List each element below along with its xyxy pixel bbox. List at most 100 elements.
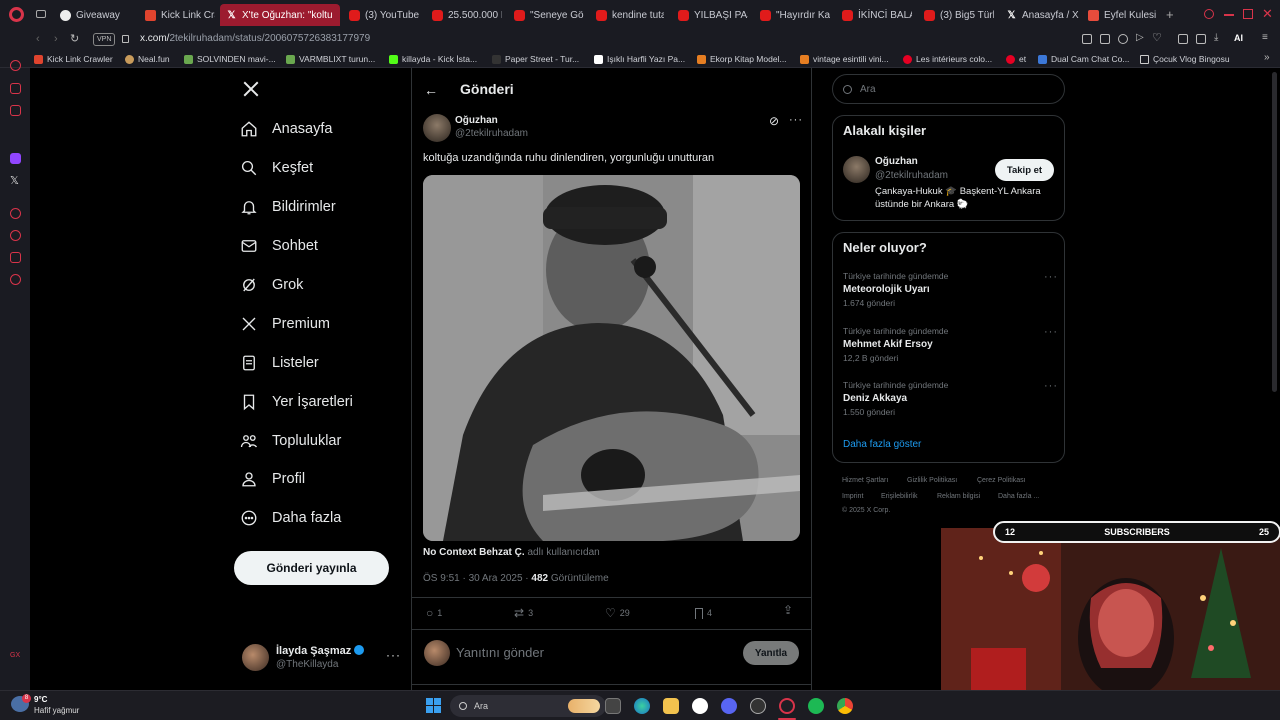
reload-icon[interactable]: ↻	[70, 32, 79, 45]
tab-giveaway[interactable]: Giveaway	[58, 4, 138, 26]
more-icon[interactable]: ···	[386, 648, 401, 662]
bookmark-item[interactable]: SOLVINDEN mavi-...	[184, 52, 276, 66]
trend-item[interactable]: Türkiye tarihinde gündemde Deniz Akkaya …	[843, 380, 1058, 422]
post-video[interactable]	[423, 175, 800, 541]
file-explorer-icon[interactable]	[663, 698, 679, 714]
share-icon[interactable]: ⇪	[783, 603, 793, 617]
back-icon[interactable]: ‹	[36, 33, 40, 45]
close-window-icon[interactable]: ✕	[1262, 6, 1273, 22]
aria-ai-button[interactable]: AI	[1234, 33, 1243, 43]
play-icon[interactable]: ▷	[1136, 32, 1144, 43]
related-name[interactable]: Oğuzhan	[875, 156, 918, 167]
tab-youtube-4[interactable]: kendine tutam	[594, 4, 664, 26]
extension-icon[interactable]	[1082, 34, 1092, 44]
trend-more-icon[interactable]: ···	[1044, 380, 1058, 392]
heart-icon[interactable]: ♡	[1152, 31, 1162, 44]
tab-eyfel[interactable]: Eyfel Kulesi Zi	[1086, 4, 1158, 26]
trend-more-icon[interactable]: ···	[1044, 271, 1058, 283]
post-more-icon[interactable]: ···	[789, 114, 803, 126]
x-sidebar-icon[interactable]: 𝕏	[10, 174, 19, 187]
spotify-icon[interactable]	[808, 698, 824, 714]
task-view-icon[interactable]	[605, 698, 621, 714]
trend-more-icon[interactable]: ···	[1044, 326, 1058, 338]
app-icon[interactable]	[750, 698, 766, 714]
tab-youtube-6[interactable]: "Hayırdır Kard	[758, 4, 830, 26]
tab-youtube-5[interactable]: YILBAŞI PAST	[676, 4, 748, 26]
taskbar-search[interactable]: Ara	[450, 695, 606, 717]
sidebar-item-more[interactable]: Daha fazla	[240, 504, 341, 532]
discord-icon[interactable]	[721, 698, 737, 714]
chrome-icon[interactable]	[837, 698, 853, 714]
twitch-icon[interactable]	[10, 153, 21, 164]
x-logo-icon[interactable]	[242, 80, 260, 103]
sidebar-item-communities[interactable]: Topluluklar	[240, 427, 341, 455]
workspaces-icon[interactable]	[36, 10, 46, 18]
account-switcher[interactable]: İlayda Şaşmaz @TheKillayda ···	[242, 644, 408, 672]
vpn-badge[interactable]: VPN	[93, 33, 116, 46]
history-icon[interactable]	[10, 230, 21, 241]
sidebar-item-premium[interactable]: Premium	[240, 310, 330, 338]
tab-youtube[interactable]: (3) YouTube	[347, 4, 425, 26]
gx-icon[interactable]: GX	[10, 652, 20, 659]
reply-input[interactable]: Yanıtını gönder	[456, 645, 544, 660]
sidebar-item-chat[interactable]: Sohbet	[240, 232, 318, 260]
menu-lines-icon[interactable]: ≡	[1262, 32, 1268, 43]
new-tab-icon[interactable]: +	[1166, 7, 1174, 22]
follow-button[interactable]: Takip et	[995, 159, 1054, 181]
tab-youtube-3[interactable]: "Seneye Görü	[512, 4, 584, 26]
bookmark-item[interactable]: Dual Cam Chat Co...	[1038, 52, 1130, 66]
tab-kick-link[interactable]: Kick Link Cra	[143, 4, 215, 26]
url-text[interactable]: x.com/2tekilruhadam/status/2006075726383…	[140, 33, 370, 44]
bookmark-item[interactable]: vintage esintili vini...	[800, 52, 895, 66]
sidebar-item-grok[interactable]: Grok	[240, 271, 303, 299]
search-input[interactable]: Ara	[832, 74, 1065, 104]
post-button[interactable]: Gönderi yayınla	[234, 551, 389, 585]
bookmark-item[interactable]: Neal.fun	[125, 52, 175, 66]
more-bookmarks-icon[interactable]: »	[1264, 52, 1270, 63]
shield-icon[interactable]	[1118, 34, 1128, 44]
settings-icon[interactable]	[10, 274, 21, 285]
page-scrollbar[interactable]	[1272, 72, 1277, 392]
reply-action[interactable]: ○ 1	[426, 605, 442, 621]
forward-icon[interactable]: ›	[54, 33, 58, 45]
footer-link[interactable]: Reklam bilgisi	[937, 493, 980, 500]
extensions-puzzle-icon[interactable]	[1178, 34, 1188, 44]
tab-x-post-active[interactable]: 𝕏 X'te Oğuzhan: "koltu	[220, 4, 340, 26]
source-name[interactable]: No Context Behzat Ç.	[423, 547, 525, 558]
screenshot-icon[interactable]	[1100, 34, 1110, 44]
bookmark-item[interactable]: Işıklı Harfli Yazı Pa...	[594, 52, 688, 66]
download-icon[interactable]: ⤓	[1214, 32, 1218, 43]
windows-start-icon[interactable]	[426, 698, 441, 713]
extensions-icon[interactable]	[10, 252, 21, 263]
maximize-icon[interactable]	[1243, 9, 1253, 19]
messenger-icon[interactable]	[10, 83, 21, 94]
tab-youtube-7[interactable]: İKİNCİ BALAY	[840, 4, 912, 26]
aria-icon[interactable]	[10, 60, 21, 71]
bookmark-item[interactable]: et	[1006, 52, 1028, 66]
easy-files-icon[interactable]	[1196, 34, 1206, 44]
opera-logo-icon[interactable]	[9, 7, 24, 22]
reply-button[interactable]: Yanıtla	[743, 641, 799, 665]
repost-action[interactable]: ⇄ 3	[514, 605, 533, 621]
opera-gx-icon[interactable]	[779, 698, 795, 714]
bookmark-item[interactable]: Ekorp Kitap Model...	[697, 52, 791, 66]
sidebar-item-explore[interactable]: Keşfet	[240, 154, 313, 182]
sidebar-item-profile[interactable]: Profil	[240, 465, 305, 493]
tab-youtube-2[interactable]: 25.500.000 D	[430, 4, 502, 26]
minimize-icon[interactable]	[1224, 14, 1234, 16]
bookmark-item[interactable]: Les intérieurs colo...	[903, 52, 998, 66]
bookmark-item[interactable]: Kick Link Crawler	[34, 52, 119, 66]
tab-x-home[interactable]: 𝕏 Anasayfa / X	[1004, 4, 1080, 26]
sidebar-item-notifications[interactable]: Bildirimler	[240, 193, 336, 221]
instagram-icon[interactable]	[10, 105, 21, 116]
steam-icon[interactable]	[692, 698, 708, 714]
footer-link[interactable]: Erişilebilirlik	[881, 493, 918, 500]
trend-item[interactable]: Türkiye tarihinde gündemde Meteorolojik …	[843, 271, 1058, 313]
edge-icon[interactable]	[634, 698, 650, 714]
related-avatar[interactable]	[843, 156, 870, 183]
player-icon[interactable]	[10, 208, 21, 219]
footer-link[interactable]: Imprint	[842, 493, 863, 500]
show-more-link[interactable]: Daha fazla göster	[843, 439, 921, 450]
author-avatar[interactable]	[423, 114, 451, 142]
sidebar-item-lists[interactable]: Listeler	[240, 349, 319, 377]
